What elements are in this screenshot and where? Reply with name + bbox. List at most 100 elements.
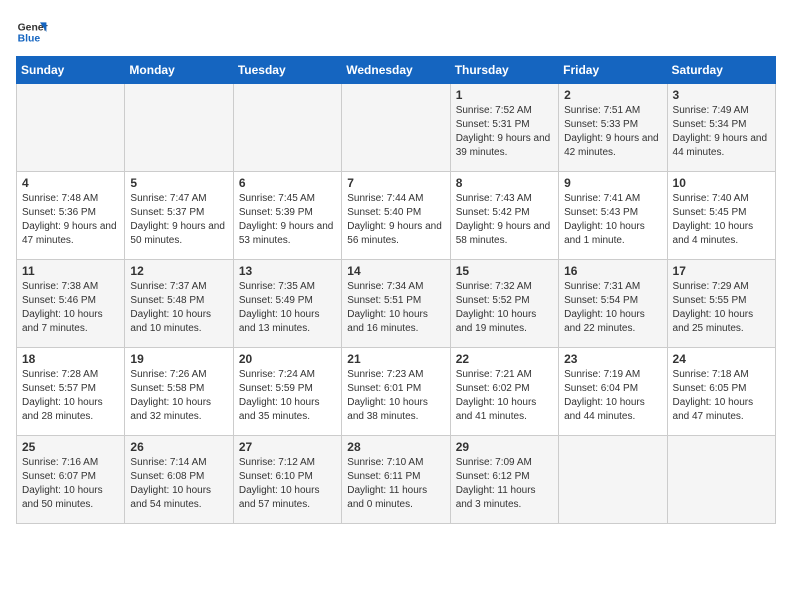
day-number: 7: [347, 176, 444, 190]
day-number: 13: [239, 264, 336, 278]
day-number: 6: [239, 176, 336, 190]
day-info: Sunrise: 7:23 AMSunset: 6:01 PMDaylight:…: [347, 368, 444, 424]
day-info: Sunrise: 7:44 AMSunset: 5:40 PMDaylight:…: [347, 192, 444, 248]
day-info: Sunrise: 7:10 AMSunset: 6:11 PMDaylight:…: [347, 456, 444, 512]
calendar-cell: [17, 84, 125, 172]
calendar-cell: 25 Sunrise: 7:16 AMSunset: 6:07 PMDayligh…: [17, 436, 125, 524]
day-info: Sunrise: 7:31 AMSunset: 5:54 PMDaylight:…: [564, 280, 661, 336]
day-number: 21: [347, 352, 444, 366]
calendar-cell: [342, 84, 450, 172]
weekday-header-row: SundayMondayTuesdayWednesdayThursdayFrid…: [17, 57, 776, 84]
weekday-header: Monday: [125, 57, 233, 84]
day-info: Sunrise: 7:34 AMSunset: 5:51 PMDaylight:…: [347, 280, 444, 336]
day-info: Sunrise: 7:26 AMSunset: 5:58 PMDaylight:…: [130, 368, 227, 424]
calendar-cell: 18 Sunrise: 7:28 AMSunset: 5:57 PMDayligh…: [17, 348, 125, 436]
calendar-week-row: 1 Sunrise: 7:52 AMSunset: 5:31 PMDaylight…: [17, 84, 776, 172]
calendar-week-row: 4 Sunrise: 7:48 AMSunset: 5:36 PMDaylight…: [17, 172, 776, 260]
day-info: Sunrise: 7:43 AMSunset: 5:42 PMDaylight:…: [456, 192, 553, 248]
calendar-week-row: 25 Sunrise: 7:16 AMSunset: 6:07 PMDayligh…: [17, 436, 776, 524]
calendar-cell: 13 Sunrise: 7:35 AMSunset: 5:49 PMDayligh…: [233, 260, 341, 348]
day-info: Sunrise: 7:24 AMSunset: 5:59 PMDaylight:…: [239, 368, 336, 424]
day-number: 11: [22, 264, 119, 278]
calendar-cell: 29 Sunrise: 7:09 AMSunset: 6:12 PMDayligh…: [450, 436, 558, 524]
day-number: 16: [564, 264, 661, 278]
day-info: Sunrise: 7:12 AMSunset: 6:10 PMDaylight:…: [239, 456, 336, 512]
calendar-cell: 24 Sunrise: 7:18 AMSunset: 6:05 PMDayligh…: [667, 348, 775, 436]
day-info: Sunrise: 7:19 AMSunset: 6:04 PMDaylight:…: [564, 368, 661, 424]
weekday-header: Thursday: [450, 57, 558, 84]
day-info: Sunrise: 7:21 AMSunset: 6:02 PMDaylight:…: [456, 368, 553, 424]
day-number: 17: [673, 264, 770, 278]
day-info: Sunrise: 7:18 AMSunset: 6:05 PMDaylight:…: [673, 368, 770, 424]
calendar-cell: 12 Sunrise: 7:37 AMSunset: 5:48 PMDayligh…: [125, 260, 233, 348]
calendar-cell: [125, 84, 233, 172]
calendar-cell: 6 Sunrise: 7:45 AMSunset: 5:39 PMDaylight…: [233, 172, 341, 260]
calendar-cell: 27 Sunrise: 7:12 AMSunset: 6:10 PMDayligh…: [233, 436, 341, 524]
day-number: 18: [22, 352, 119, 366]
day-number: 3: [673, 88, 770, 102]
calendar-cell: [233, 84, 341, 172]
calendar-cell: [667, 436, 775, 524]
day-info: Sunrise: 7:16 AMSunset: 6:07 PMDaylight:…: [22, 456, 119, 512]
weekday-header: Sunday: [17, 57, 125, 84]
day-info: Sunrise: 7:14 AMSunset: 6:08 PMDaylight:…: [130, 456, 227, 512]
day-info: Sunrise: 7:35 AMSunset: 5:49 PMDaylight:…: [239, 280, 336, 336]
calendar-cell: 20 Sunrise: 7:24 AMSunset: 5:59 PMDayligh…: [233, 348, 341, 436]
weekday-header: Friday: [559, 57, 667, 84]
day-number: 8: [456, 176, 553, 190]
calendar-cell: 8 Sunrise: 7:43 AMSunset: 5:42 PMDaylight…: [450, 172, 558, 260]
day-number: 23: [564, 352, 661, 366]
day-number: 20: [239, 352, 336, 366]
day-number: 14: [347, 264, 444, 278]
logo-icon: General Blue: [16, 16, 48, 48]
day-number: 1: [456, 88, 553, 102]
day-info: Sunrise: 7:32 AMSunset: 5:52 PMDaylight:…: [456, 280, 553, 336]
day-info: Sunrise: 7:45 AMSunset: 5:39 PMDaylight:…: [239, 192, 336, 248]
weekday-header: Wednesday: [342, 57, 450, 84]
calendar-cell: 5Sunrise: 7:47 AMSunset: 5:37 PMDaylight…: [125, 172, 233, 260]
day-number: 27: [239, 440, 336, 454]
day-number: 5: [130, 176, 227, 190]
calendar-cell: 7 Sunrise: 7:44 AMSunset: 5:40 PMDaylight…: [342, 172, 450, 260]
day-info: Sunrise: 7:51 AMSunset: 5:33 PMDaylight:…: [564, 104, 661, 160]
day-number: 9: [564, 176, 661, 190]
day-info: Sunrise: 7:28 AMSunset: 5:57 PMDaylight:…: [22, 368, 119, 424]
calendar-cell: 10Sunrise: 7:40 AMSunset: 5:45 PMDayligh…: [667, 172, 775, 260]
calendar-cell: 26Sunrise: 7:14 AMSunset: 6:08 PMDayligh…: [125, 436, 233, 524]
calendar-cell: 1 Sunrise: 7:52 AMSunset: 5:31 PMDaylight…: [450, 84, 558, 172]
day-number: 15: [456, 264, 553, 278]
day-info: Sunrise: 7:40 AMSunset: 5:45 PMDaylight:…: [673, 192, 770, 248]
day-info: Sunrise: 7:29 AMSunset: 5:55 PMDaylight:…: [673, 280, 770, 336]
day-info: Sunrise: 7:52 AMSunset: 5:31 PMDaylight:…: [456, 104, 553, 160]
day-info: Sunrise: 7:09 AMSunset: 6:12 PMDaylight:…: [456, 456, 553, 512]
day-info: Sunrise: 7:38 AMSunset: 5:46 PMDaylight:…: [22, 280, 119, 336]
day-number: 24: [673, 352, 770, 366]
calendar-week-row: 11 Sunrise: 7:38 AMSunset: 5:46 PMDayligh…: [17, 260, 776, 348]
day-info: Sunrise: 7:48 AMSunset: 5:36 PMDaylight:…: [22, 192, 119, 248]
weekday-header: Tuesday: [233, 57, 341, 84]
day-info: Sunrise: 7:49 AMSunset: 5:34 PMDaylight:…: [673, 104, 770, 160]
calendar-cell: 15 Sunrise: 7:32 AMSunset: 5:52 PMDayligh…: [450, 260, 558, 348]
calendar-cell: 17 Sunrise: 7:29 AMSunset: 5:55 PMDayligh…: [667, 260, 775, 348]
calendar-cell: [559, 436, 667, 524]
day-number: 22: [456, 352, 553, 366]
day-number: 19: [130, 352, 227, 366]
day-number: 4: [22, 176, 119, 190]
day-number: 28: [347, 440, 444, 454]
day-info: Sunrise: 7:37 AMSunset: 5:48 PMDaylight:…: [130, 280, 227, 336]
calendar-week-row: 18 Sunrise: 7:28 AMSunset: 5:57 PMDayligh…: [17, 348, 776, 436]
day-number: 2: [564, 88, 661, 102]
day-info: Sunrise: 7:41 AMSunset: 5:43 PMDaylight:…: [564, 192, 661, 248]
calendar-cell: 3 Sunrise: 7:49 AMSunset: 5:34 PMDaylight…: [667, 84, 775, 172]
calendar-cell: 22 Sunrise: 7:21 AMSunset: 6:02 PMDayligh…: [450, 348, 558, 436]
page-header: General Blue: [16, 16, 776, 48]
day-number: 12: [130, 264, 227, 278]
calendar-cell: 28 Sunrise: 7:10 AMSunset: 6:11 PMDayligh…: [342, 436, 450, 524]
weekday-header: Saturday: [667, 57, 775, 84]
logo: General Blue: [16, 16, 52, 48]
calendar-cell: 16 Sunrise: 7:31 AMSunset: 5:54 PMDayligh…: [559, 260, 667, 348]
svg-text:Blue: Blue: [18, 34, 41, 45]
day-number: 29: [456, 440, 553, 454]
day-number: 25: [22, 440, 119, 454]
calendar-cell: 23 Sunrise: 7:19 AMSunset: 6:04 PMDayligh…: [559, 348, 667, 436]
